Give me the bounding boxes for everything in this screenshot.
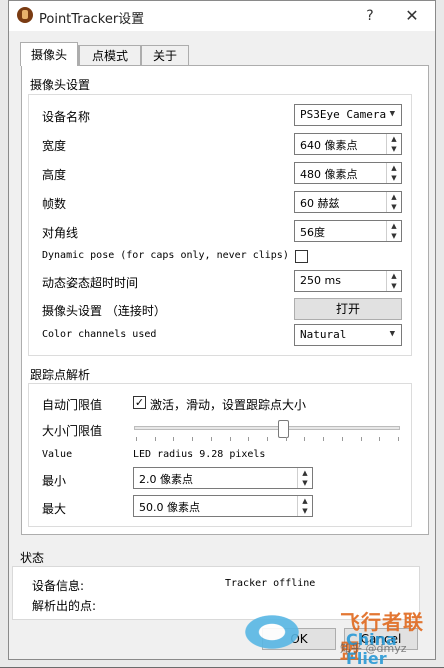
color-channels-value: Natural (300, 328, 347, 341)
slider-tick (398, 437, 399, 441)
spin-arrows: ▲ ▼ (386, 271, 401, 291)
slider-tick (248, 437, 250, 441)
slider-tick (136, 437, 137, 441)
help-button[interactable]: ? (359, 5, 381, 27)
auto-threshold-label: 自动门限值 (42, 398, 103, 412)
slider-tick (360, 437, 362, 441)
close-button[interactable]: ✕ (401, 5, 423, 27)
arrow-down-icon[interactable]: ▼ (387, 281, 401, 291)
slider-tick (323, 437, 325, 441)
window-title: PointTracker设置 (39, 12, 145, 27)
min-value: 2.0 像素点 (139, 473, 193, 486)
watermark-zhihu: 知乎 @dmyz (340, 642, 407, 655)
fps-value: 60 赫兹 (300, 197, 340, 210)
tab-about[interactable]: 关于 (141, 45, 189, 65)
auto-threshold-checkbox[interactable]: ✓ (133, 396, 146, 409)
slider-handle[interactable] (277, 420, 289, 438)
arrow-down-icon[interactable]: ▼ (387, 202, 401, 212)
height-label: 高度 (42, 168, 67, 182)
spin-arrows: ▲ ▼ (386, 163, 401, 183)
spin-arrows: ▲ ▼ (386, 221, 401, 241)
chevron-down-icon: ▼ (389, 329, 395, 339)
auto-threshold-text: 激活，滑动，设置跟踪点大小 (150, 398, 307, 412)
arrow-down-icon[interactable]: ▼ (387, 231, 401, 241)
slider-tick (154, 437, 156, 441)
slider-tick (379, 437, 381, 441)
app-icon (17, 7, 33, 23)
arrow-up-icon[interactable]: ▲ (387, 192, 401, 202)
diagonal-spinbox[interactable]: 56度 ▲ ▼ (294, 220, 402, 242)
open-camera-settings-button[interactable]: 打开 (294, 298, 402, 320)
watermark: 飞行者联盟 China Flier 知乎 @dmyz (240, 604, 436, 668)
slider-tick (229, 437, 231, 441)
led-radius-value: LED radius 9.28 pixels (133, 449, 266, 460)
min-spinbox[interactable]: 2.0 像素点 ▲ ▼ (133, 467, 313, 489)
arrow-up-icon[interactable]: ▲ (298, 468, 312, 478)
dynamic-pose-checkbox[interactable] (295, 250, 308, 263)
color-channels-label: Color channels used (42, 329, 157, 340)
device-value: PS3Eye Camera (300, 108, 387, 121)
timeout-spinbox[interactable]: 250 ms ▲ ▼ (294, 270, 402, 292)
width-spinbox[interactable]: 640 像素点 ▲ ▼ (294, 133, 402, 155)
watermark-logo (240, 612, 304, 652)
device-combo[interactable]: PS3Eye Camera ▼ (294, 104, 402, 126)
tracking-group-title: 跟踪点解析 (30, 368, 91, 382)
timeout-label: 动态姿态超时时间 (42, 276, 139, 290)
slider-tick (304, 437, 306, 441)
width-value: 640 像素点 (300, 139, 358, 152)
chevron-down-icon: ▼ (389, 109, 395, 119)
tab-point-model[interactable]: 点模式 (79, 45, 141, 65)
arrow-down-icon[interactable]: ▼ (387, 173, 401, 183)
device-info-label: 设备信息: (32, 579, 85, 593)
size-threshold-slider[interactable] (134, 426, 400, 430)
max-value: 50.0 像素点 (139, 501, 200, 514)
size-threshold-label: 大小门限值 (42, 424, 103, 438)
color-channels-combo[interactable]: Natural ▼ (294, 324, 402, 346)
arrow-up-icon[interactable]: ▲ (298, 496, 312, 506)
slider-tick (267, 437, 268, 441)
arrow-down-icon[interactable]: ▼ (298, 506, 312, 516)
arrow-up-icon[interactable]: ▲ (387, 221, 401, 231)
points-label: 解析出的点: (32, 599, 97, 613)
height-spinbox[interactable]: 480 像素点 ▲ ▼ (294, 162, 402, 184)
arrow-up-icon[interactable]: ▲ (387, 271, 401, 281)
spin-arrows: ▲ ▼ (297, 496, 312, 516)
device-info-value: Tracker offline (225, 578, 316, 589)
slider-tick (192, 437, 194, 441)
height-value: 480 像素点 (300, 168, 358, 181)
spin-arrows: ▲ ▼ (386, 192, 401, 212)
title-bar: PointTracker设置 ? ✕ (9, 1, 435, 31)
dynamic-pose-label: Dynamic pose (for caps only, never clips… (42, 250, 289, 261)
tab-label: 点模式 (91, 49, 128, 63)
tab-label: 关于 (152, 49, 177, 63)
slider-tick (173, 437, 175, 441)
arrow-down-icon[interactable]: ▼ (298, 478, 312, 488)
tab-camera-active[interactable]: 摄像头 (20, 42, 78, 66)
status-title: 状态 (20, 551, 45, 565)
slider-tick (210, 437, 212, 441)
tab-label: 摄像头 (30, 48, 67, 62)
arrow-up-icon[interactable]: ▲ (387, 134, 401, 144)
max-label: 最大 (42, 502, 67, 516)
fps-spinbox[interactable]: 60 赫兹 ▲ ▼ (294, 191, 402, 213)
fps-label: 帧数 (42, 197, 67, 211)
timeout-value: 250 ms (300, 274, 341, 287)
arrow-down-icon[interactable]: ▼ (387, 144, 401, 154)
width-label: 宽度 (42, 139, 67, 153)
camera-settings-label: 摄像头设置 （连接时） (42, 304, 166, 318)
spin-arrows: ▲ ▼ (386, 134, 401, 154)
min-label: 最小 (42, 474, 67, 488)
diagonal-label: 对角线 (42, 226, 79, 240)
camera-group-title: 摄像头设置 (30, 78, 91, 92)
slider-tick (285, 437, 287, 441)
device-label: 设备名称 (42, 110, 91, 124)
max-spinbox[interactable]: 50.0 像素点 ▲ ▼ (133, 495, 313, 517)
diagonal-value: 56度 (300, 226, 325, 239)
slider-tick (341, 437, 343, 441)
arrow-up-icon[interactable]: ▲ (387, 163, 401, 173)
spin-arrows: ▲ ▼ (297, 468, 312, 488)
value-label: Value (42, 449, 73, 460)
